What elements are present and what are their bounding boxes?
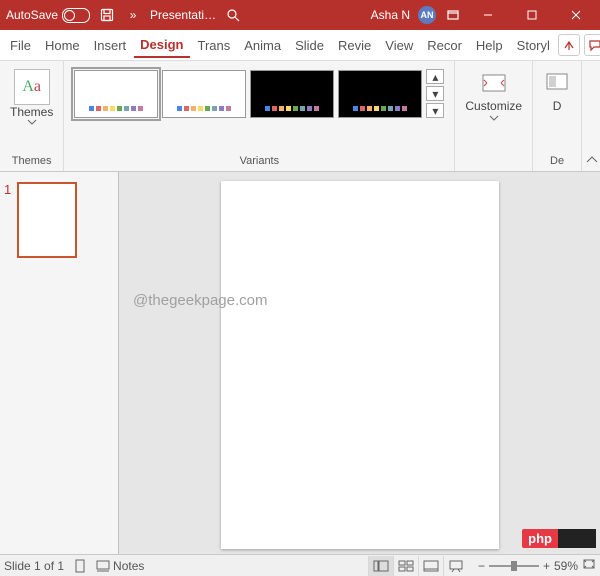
accessibility-button[interactable]	[74, 559, 86, 573]
themes-button[interactable]: Aa Themes	[6, 65, 57, 129]
tab-review[interactable]: Revie	[332, 34, 377, 57]
more-icon: ▾	[426, 103, 444, 118]
variant-4[interactable]	[338, 70, 422, 118]
minimize-button[interactable]	[470, 0, 506, 30]
variant-3[interactable]	[250, 70, 334, 118]
save-icon[interactable]	[98, 6, 116, 24]
zoom-in-button[interactable]: +	[543, 559, 550, 573]
toggle-off-icon	[62, 8, 90, 23]
tab-animations[interactable]: Anima	[238, 34, 287, 57]
ribbon-options-icon[interactable]	[444, 6, 462, 24]
slide-size-icon	[480, 69, 508, 97]
user-avatar[interactable]: AN	[418, 6, 436, 24]
user-name: Asha N	[371, 8, 410, 22]
themes-icon: Aa	[14, 69, 50, 105]
thumbnail-pane[interactable]: 1	[0, 172, 119, 554]
scroll-down-icon: ▾	[426, 86, 444, 101]
collapse-ribbon-icon[interactable]	[586, 153, 598, 167]
customize-button[interactable]: Customize	[461, 65, 526, 125]
thumbnail-preview	[17, 182, 77, 258]
comments-button[interactable]	[584, 34, 600, 56]
ribbon-tabs: File Home Insert Design Trans Anima Slid…	[0, 30, 600, 61]
themes-group: Aa Themes Themes	[0, 61, 64, 171]
tab-storyline[interactable]: Storyl	[511, 34, 556, 57]
zoom-level: 59%	[554, 559, 578, 573]
quick-more-icon[interactable]: »	[124, 6, 142, 24]
php-badge: php	[522, 529, 596, 548]
tab-help[interactable]: Help	[470, 34, 509, 57]
slide-canvas[interactable]: @thegeekpage.com php	[119, 172, 600, 554]
slide[interactable]	[221, 181, 499, 549]
tab-transitions[interactable]: Trans	[192, 34, 237, 57]
notes-button[interactable]: Notes	[96, 559, 144, 573]
maximize-button[interactable]	[514, 0, 550, 30]
share-button[interactable]	[558, 34, 580, 56]
tab-file[interactable]: File	[4, 34, 37, 57]
titlebar: AutoSave » Presentati… Asha N AN	[0, 0, 600, 30]
zoom-control[interactable]: − + 59%	[478, 558, 596, 573]
watermark: @thegeekpage.com	[133, 292, 267, 309]
tab-home[interactable]: Home	[39, 34, 86, 57]
variants-more[interactable]: ▴ ▾ ▾	[426, 69, 444, 118]
tab-insert[interactable]: Insert	[88, 34, 133, 57]
tab-design[interactable]: Design	[134, 33, 189, 58]
slide-counter[interactable]: Slide 1 of 1	[4, 559, 64, 573]
scroll-up-icon: ▴	[426, 69, 444, 84]
zoom-slider[interactable]	[489, 565, 539, 567]
edit-area: 1 @thegeekpage.com php	[0, 172, 600, 554]
autosave-toggle[interactable]: AutoSave	[6, 8, 90, 23]
designer-icon	[543, 69, 571, 97]
chevron-down-icon	[27, 119, 37, 125]
customize-group: Customize	[455, 61, 533, 171]
variant-2[interactable]	[162, 70, 246, 118]
chevron-down-icon	[489, 115, 499, 121]
variant-1[interactable]	[74, 70, 158, 118]
slide-thumbnail[interactable]: 1	[4, 182, 114, 258]
search-icon[interactable]	[224, 6, 242, 24]
zoom-out-button[interactable]: −	[478, 559, 485, 573]
designer-button[interactable]: D	[539, 65, 575, 117]
close-button[interactable]	[558, 0, 594, 30]
designer-group: D De	[533, 61, 582, 171]
tab-slideshow[interactable]: Slide	[289, 34, 330, 57]
ribbon-design: Aa Themes Themes ▴ ▾ ▾ Variants Customiz…	[0, 61, 600, 172]
variants-group: ▴ ▾ ▾ Variants	[64, 61, 455, 171]
fit-button[interactable]	[582, 558, 596, 573]
tab-record[interactable]: Recor	[421, 34, 468, 57]
file-title: Presentati…	[150, 8, 216, 22]
tab-view[interactable]: View	[379, 34, 419, 57]
